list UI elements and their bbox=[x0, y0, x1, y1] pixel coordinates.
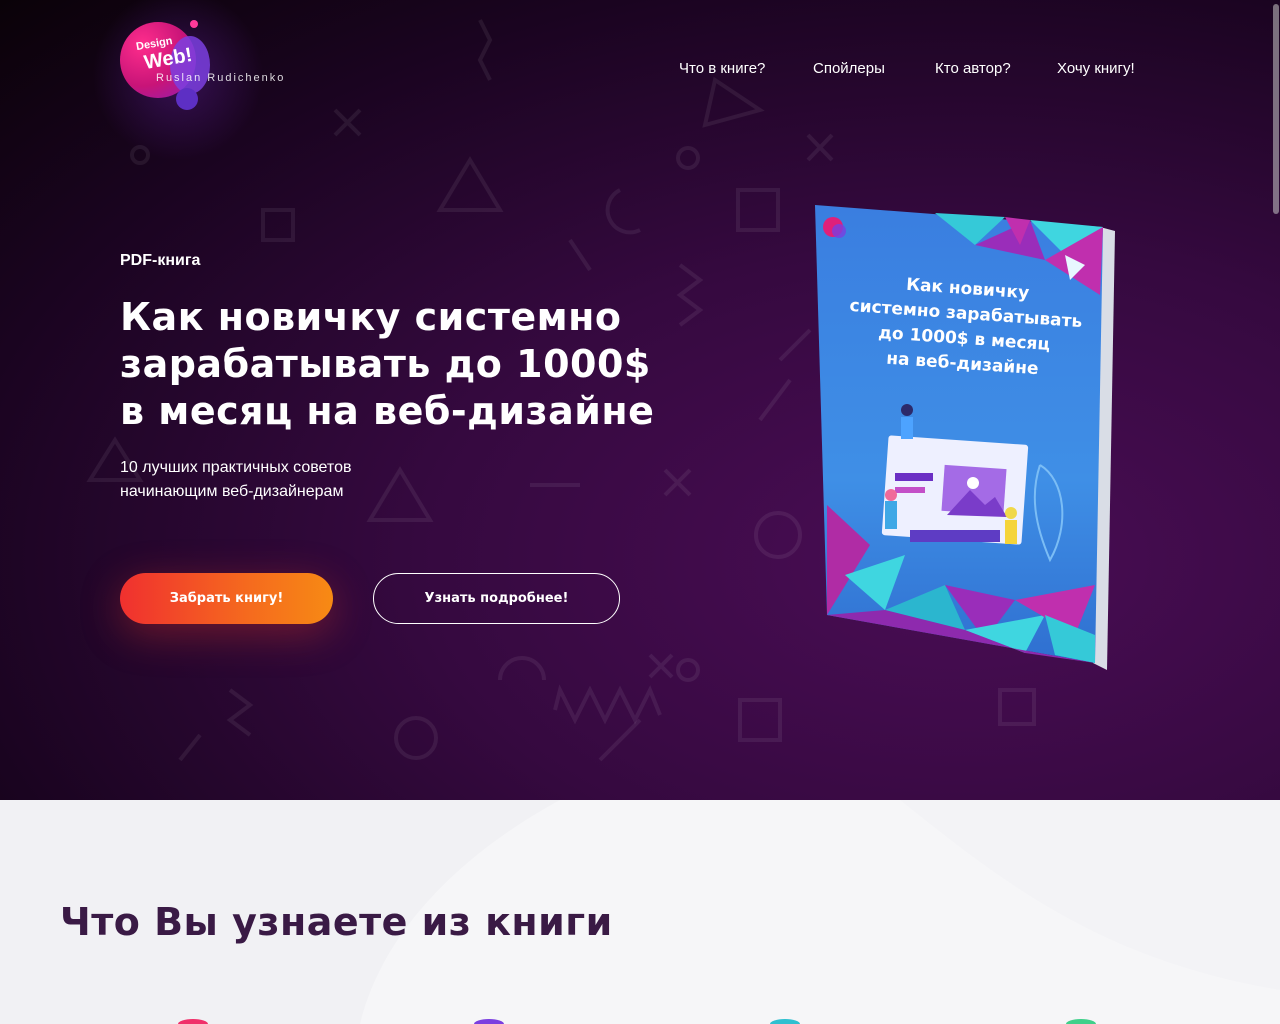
line-icon bbox=[178, 733, 202, 762]
pdf-label: PDF-книга bbox=[120, 252, 201, 269]
feature-icon-peek bbox=[770, 1019, 800, 1024]
wave-icon bbox=[553, 684, 662, 725]
line-icon bbox=[598, 718, 642, 762]
circle-icon bbox=[676, 146, 700, 170]
circle-icon bbox=[676, 658, 700, 682]
arc-icon bbox=[498, 656, 546, 681]
scrollbar-thumb[interactable] bbox=[1273, 4, 1279, 214]
hero-subtitle: 10 лучших практичных советов начинающим … bbox=[120, 456, 440, 504]
square-icon bbox=[736, 188, 780, 232]
cross-icon bbox=[333, 108, 362, 137]
square-icon bbox=[261, 208, 295, 242]
line-icon bbox=[758, 378, 792, 422]
learn-more-button[interactable]: Узнать подробнее! bbox=[373, 573, 620, 624]
page-scrollbar[interactable] bbox=[1272, 0, 1280, 1024]
section-title: Что Вы узнаете из книги bbox=[60, 900, 613, 944]
triangle-icon bbox=[436, 156, 504, 212]
hero-subtitle-line: начинающим веб-дизайнерам bbox=[120, 483, 344, 500]
feature-icon-peek bbox=[1066, 1019, 1096, 1024]
nav-item-get-book[interactable]: Хочу книгу! bbox=[1057, 60, 1135, 77]
book-cover: Как новичку системно зарабатывать до 100… bbox=[815, 205, 1115, 670]
hero-section: Design Web! Ruslan Rudichenko Что в книг… bbox=[0, 0, 1280, 800]
hero-title-line: в месяц на веб-дизайне bbox=[120, 389, 655, 433]
nav-item-spoilers[interactable]: Спойлеры bbox=[813, 60, 885, 77]
triangle-icon bbox=[702, 76, 765, 128]
hero-title: Как новичку системно зарабатывать до 100… bbox=[120, 294, 720, 435]
cross-icon bbox=[806, 133, 834, 162]
arc-icon bbox=[605, 188, 641, 235]
get-book-button[interactable]: Забрать книгу! bbox=[120, 573, 333, 624]
logo-dot bbox=[176, 88, 198, 110]
nav-item-author[interactable]: Кто автор? bbox=[935, 60, 1011, 77]
hero-subtitle-line: 10 лучших практичных советов bbox=[120, 459, 352, 476]
square-icon bbox=[998, 688, 1036, 726]
feature-icon-peek bbox=[178, 1019, 208, 1024]
line-icon bbox=[778, 328, 812, 362]
cross-icon bbox=[648, 653, 674, 679]
main-nav: Что в книге? Спойлеры Кто автор? Хочу кн… bbox=[0, 60, 1280, 80]
book-contents-section: Что Вы узнаете из книги bbox=[0, 800, 1280, 1024]
nav-item-book-contents[interactable]: Что в книге? bbox=[679, 60, 765, 77]
wave-icon bbox=[226, 688, 254, 737]
circle-icon bbox=[754, 511, 802, 559]
cross-icon bbox=[663, 468, 692, 497]
hero-title-line: зарабатывать до 1000$ bbox=[120, 342, 651, 386]
book-cover-title: Как новичку системно зарабатывать до 100… bbox=[830, 268, 1100, 386]
logo-dot bbox=[190, 20, 198, 28]
square-icon bbox=[738, 698, 782, 742]
circle-icon bbox=[394, 716, 438, 760]
hero-title-line: Как новичку системно bbox=[120, 295, 622, 339]
line-icon bbox=[568, 238, 592, 272]
feature-icon-peek bbox=[474, 1019, 504, 1024]
